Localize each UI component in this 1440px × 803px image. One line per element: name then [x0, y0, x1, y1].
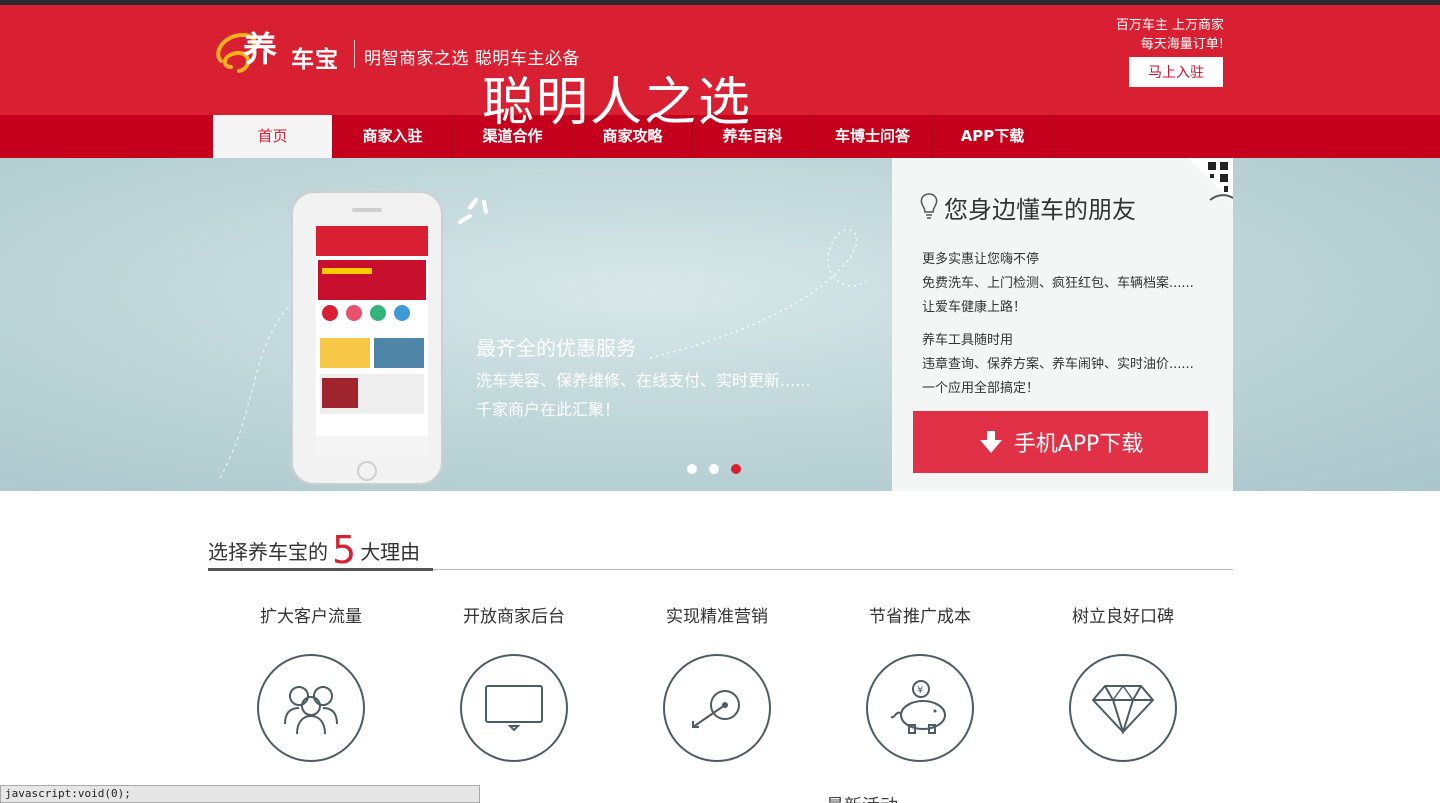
slide-dot-2[interactable] — [709, 464, 719, 474]
nav-item-app-download[interactable]: APP下载 — [933, 115, 1053, 158]
svg-text:¥: ¥ — [917, 685, 923, 696]
latest-activities-heading: 最新活动 — [826, 792, 898, 803]
nav-item-merchant-join[interactable]: 商家入驻 — [333, 115, 453, 158]
reason-label-1: 扩大客户流量 — [260, 607, 362, 627]
piggy-bank-icon: ¥ — [890, 680, 946, 734]
banner-title: 聪明人之选 — [482, 73, 753, 133]
panel-block2-line1: 违章查询、保养方案、养车闹钟、实时油价...... — [922, 357, 1194, 372]
banner-line-2: 千家商户在此汇聚！ — [476, 400, 621, 419]
panel-block1-line2: 让爱车健康上路！ — [922, 300, 1027, 315]
light-bulb-icon — [920, 193, 938, 219]
slide-dot-3[interactable] — [731, 464, 741, 474]
reason-circle-4[interactable]: ¥ — [866, 654, 974, 762]
qr-code-icon[interactable] — [1188, 158, 1233, 203]
download-arrow-icon — [979, 431, 1002, 453]
promo-line-2: 每天海量订单! — [1140, 37, 1224, 52]
header-promo: 百万车主 上万商家 每天海量订单! — [1116, 16, 1224, 54]
logo-separator — [354, 40, 355, 68]
sparkle-rays-icon — [458, 198, 488, 224]
reasons-title-number: 5 — [332, 528, 357, 572]
panel-block2-line2: 一个应用全部搞定！ — [922, 381, 1040, 396]
svg-text:养: 养 — [243, 30, 277, 70]
phone-mockup — [291, 191, 443, 485]
slide-indicator — [687, 464, 741, 474]
app-download-label: 手机APP下载 — [1013, 432, 1144, 457]
reason-circle-5[interactable] — [1069, 654, 1177, 762]
diamond-icon — [1091, 685, 1155, 734]
promo-line-1: 百万车主 上万商家 — [1115, 18, 1224, 33]
browser-status-bar: javascript:void(0); — [0, 785, 480, 803]
reason-label-4: 节省推广成本 — [869, 607, 971, 627]
reasons-title-before: 选择养车宝的 — [208, 540, 328, 564]
panel-title: 您身边懂车的朋友 — [944, 196, 1136, 224]
banner-line-1: 洗车美容、保养维修、在线支付、实时更新...... — [476, 371, 811, 390]
join-now-button[interactable]: 马上入驻 — [1129, 57, 1223, 87]
app-download-button[interactable]: 手机APP下载 — [913, 411, 1208, 473]
target-icon — [692, 690, 740, 728]
panel-block1-title: 更多实惠让您嗨不停 — [922, 252, 1040, 267]
reason-label-5: 树立良好口碑 — [1072, 607, 1174, 627]
panel-block2-title: 养车工具随时用 — [922, 333, 1014, 348]
section-divider-accent — [208, 568, 433, 571]
reason-label-3: 实现精准营销 — [666, 607, 768, 627]
banner-subtitle: 最齐全的优惠服务 — [476, 336, 636, 360]
slide-dot-1[interactable] — [687, 464, 697, 474]
reason-circle-3[interactable] — [663, 654, 771, 762]
nav-item-car-qa[interactable]: 车博士问答 — [813, 115, 933, 158]
reasons-title: 选择养车宝的 5 大理由 — [208, 528, 420, 572]
logo-text: 车宝 — [291, 47, 339, 73]
reason-circle-1[interactable] — [257, 654, 365, 762]
reason-label-2: 开放商家后台 — [463, 607, 565, 627]
reasons-title-after: 大理由 — [360, 540, 421, 564]
people-icon — [284, 686, 338, 735]
reason-circle-2[interactable] — [460, 654, 568, 762]
monitor-icon — [485, 685, 543, 732]
panel-block1-line1: 免费洗车、上门检测、疯狂红包、车辆档案...... — [922, 276, 1194, 291]
nav-item-home[interactable]: 首页 — [213, 115, 333, 158]
